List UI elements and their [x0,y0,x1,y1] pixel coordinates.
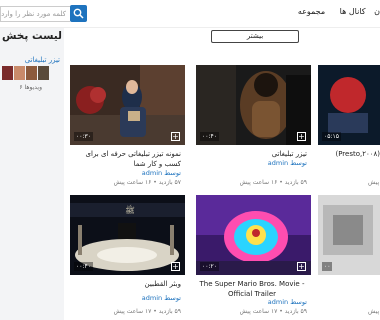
playlist-thumb [26,66,37,80]
video-author[interactable]: توسط admin [268,159,307,167]
video-meta: پیش [368,308,380,315]
playlist-count: ویدیوها ۶ [19,84,42,91]
video-title[interactable]: تیزر تبلیغاتی [197,149,307,159]
video-author[interactable]: توسط admin [142,294,181,302]
search-button[interactable] [70,5,87,22]
video-thumbnail[interactable]: ۰۵:۱۵ [318,65,380,145]
header: کلمه مورد نظر را وارد کنید ن کانال ها مج… [0,0,380,28]
video-meta: ۵۹ بازدید • ۱۷ ساعت پیش [239,308,307,315]
more-button[interactable]: بیشتر [211,30,299,43]
video-title[interactable]: (Presto,۲۰۰۸) [320,149,380,159]
video-meta: ۵۹ بازدید • ۱۶ ساعت پیش [239,179,307,186]
playlist-sidebar: لیست پخش ب تیزر تبلیغاتی ویدیوها ۶ [0,28,64,320]
video-duration: ۰۰:۴۰ [74,262,93,271]
video-title[interactable]: وبثر القطبين [71,279,181,289]
nav-item-collection[interactable]: مجموعه [298,7,325,16]
video-title[interactable]: نمونه تیزر تبلیغاتی حرفه ای برای کسب و ک… [71,149,181,169]
video-duration: ۰۵:۱۵ [322,132,341,141]
playlist-thumbnails[interactable] [2,66,52,80]
add-to-playlist-icon[interactable]: + [297,262,306,271]
video-duration: ۰۰:۳۰ [74,132,93,141]
video-title[interactable]: The Super Mario Bros. Movie - Official T… [197,279,307,299]
nav-item-home[interactable]: ن [374,7,380,16]
video-duration: ۰۰:۲۰ [200,262,219,271]
video-meta: ۵۷ بازدید • ۱۶ ساعت پیش [113,179,181,186]
video-thumbnail[interactable]: ۰۰ [318,195,380,275]
video-author[interactable]: توسط admin [268,298,307,306]
add-to-playlist-icon[interactable]: + [297,132,306,141]
video-meta: پیش [368,179,380,186]
video-duration: ۰۰:۴۰ [200,132,219,141]
video-thumbnail[interactable]: ۰۰:۳۰ + [70,65,185,145]
search-icon [73,8,84,19]
sidebar-title: لیست پخش ب [0,30,62,42]
add-to-playlist-icon[interactable]: + [171,262,180,271]
video-meta: ۵۹ بازدید • ۱۷ ساعت پیش [113,308,181,315]
svg-text:ﷺ: ﷺ [125,204,135,215]
search-input[interactable]: کلمه مورد نظر را وارد کنید [0,6,70,22]
playlist-thumb [38,66,49,80]
add-to-playlist-icon[interactable]: + [171,132,180,141]
nav-item-channels[interactable]: کانال ها [340,7,366,16]
playlist-link[interactable]: تیزر تبلیغاتی [25,56,60,64]
video-thumbnail[interactable]: ۰۰:۴۰ + [196,65,311,145]
video-thumbnail[interactable]: ﷺ ۰۰:۴۰ + [70,195,185,275]
playlist-thumb [14,66,25,80]
main-nav: ن کانال ها مجموعه [286,7,380,21]
playlist-thumb [2,66,13,80]
video-author[interactable]: توسط admin [142,169,181,177]
video-thumbnail[interactable]: ۰۰:۲۰ + [196,195,311,275]
video-duration: ۰۰ [322,262,333,271]
